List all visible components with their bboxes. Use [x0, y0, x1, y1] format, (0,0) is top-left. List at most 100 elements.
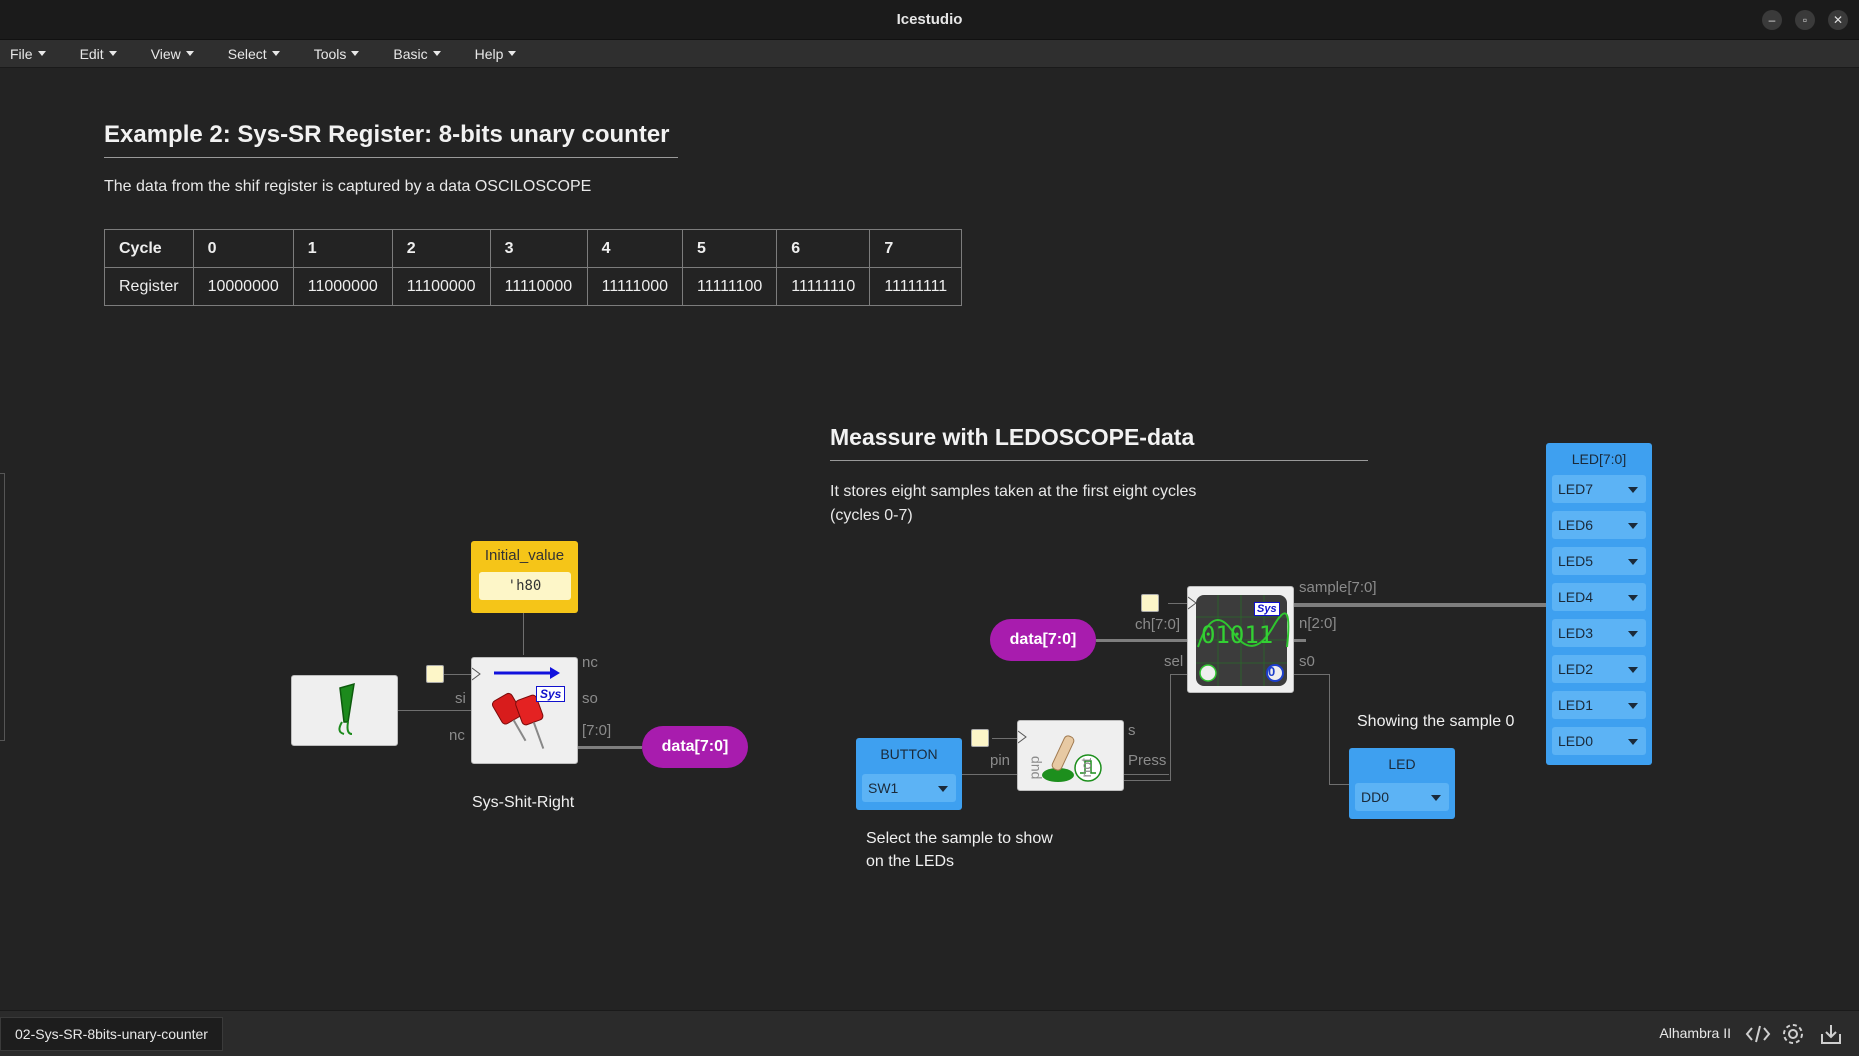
file-tab[interactable]: 02-Sys-SR-8bits-unary-counter	[0, 1017, 223, 1051]
port-n-label: n[2:0]	[1299, 615, 1337, 632]
chevron-down-icon	[271, 51, 280, 56]
close-button[interactable]: ✕	[1828, 10, 1848, 30]
leds-pin-select-6[interactable]: LED6	[1552, 511, 1646, 539]
menu-edit[interactable]: Edit	[70, 46, 127, 62]
wire	[1124, 774, 1169, 775]
led-pin-value: DD0	[1361, 789, 1390, 805]
clock-port-box	[1141, 594, 1159, 612]
table-header-cell: 0	[192, 229, 294, 268]
button-input-block[interactable]: BUTTON SW1	[856, 738, 962, 810]
leds-pin-value: LED1	[1558, 697, 1594, 713]
chevron-down-icon	[1628, 739, 1638, 745]
leds-pin-value: LED7	[1558, 481, 1594, 497]
leds-pin-select-3[interactable]: LED3	[1552, 619, 1646, 647]
leds-pin-value: LED2	[1558, 661, 1594, 677]
table-header-cell: 5	[682, 229, 778, 268]
download-icon[interactable]	[1818, 1021, 1844, 1047]
board-name[interactable]: Alhambra II	[1659, 1025, 1731, 1041]
table-cell: 11111110	[776, 267, 871, 306]
chevron-down-icon	[1628, 487, 1638, 493]
leds-output-block[interactable]: LED[7:0] LED7 LED6 LED5 LED4 LED3 LED2 L…	[1546, 443, 1652, 765]
measure-title-rule	[830, 460, 1368, 461]
button-caption-line2: on the LEDs	[866, 853, 955, 870]
menu-file-label: File	[10, 45, 33, 62]
wire	[1124, 780, 1170, 781]
design-canvas[interactable]: Example 2: Sys-SR Register: 8-bits unary…	[0, 68, 1859, 1010]
port-nc-in-label: nc	[449, 727, 465, 744]
menu-view[interactable]: View	[141, 46, 204, 62]
leds-pin-select-1[interactable]: LED1	[1552, 691, 1646, 719]
settings-icon[interactable]	[1780, 1021, 1806, 1047]
menu-basic[interactable]: Basic	[383, 46, 450, 62]
leds-pin-value: LED0	[1558, 733, 1594, 749]
leds-pin-select-7[interactable]: LED7	[1552, 475, 1646, 503]
clock-port-box	[971, 729, 989, 747]
table-cell: 11111000	[586, 267, 684, 306]
menu-file[interactable]: File	[0, 46, 56, 62]
table-cell: 11111100	[682, 267, 778, 306]
leds-pin-select-5[interactable]: LED5	[1552, 547, 1646, 575]
port-out-label: [7:0]	[582, 722, 612, 739]
bus-wire	[578, 746, 642, 749]
led-output-block[interactable]: LED DD0	[1349, 748, 1455, 819]
wire	[443, 674, 471, 675]
data-label-output[interactable]: data[7:0]	[642, 726, 748, 768]
table-header-cell: 6	[776, 229, 871, 268]
table-cell: 11110000	[489, 267, 588, 306]
chevron-down-icon	[108, 51, 117, 56]
port-sample-label: sample[7:0]	[1299, 579, 1377, 596]
doc-title: Example 2: Sys-SR Register: 8-bits unary…	[104, 121, 670, 148]
table-cell: 11000000	[292, 267, 393, 306]
chevron-down-icon	[508, 51, 517, 56]
measure-text-line1: It stores eight samples taken at the fir…	[830, 483, 1197, 500]
maximize-button[interactable]: ▫	[1795, 10, 1815, 30]
wire	[1329, 784, 1349, 785]
bus-wire	[1096, 639, 1187, 642]
sys-badge: Sys	[536, 686, 566, 702]
chevron-down-icon	[1431, 795, 1441, 801]
initial-value-field[interactable]: 'h80	[478, 572, 571, 600]
menu-select[interactable]: Select	[218, 46, 290, 62]
leds-pin-select-4[interactable]: LED4	[1552, 583, 1646, 611]
chevron-down-icon	[432, 51, 441, 56]
initial-value-title: Initial_value	[484, 547, 565, 564]
code-icon[interactable]	[1745, 1021, 1771, 1047]
minimize-button[interactable]: –	[1762, 10, 1782, 30]
led-block-title: LED	[1388, 756, 1416, 772]
bus-wire	[1294, 639, 1306, 642]
leds-pin-value: LED6	[1558, 517, 1594, 533]
digit-one-icon	[338, 682, 355, 735]
port-si-label: si	[455, 690, 466, 707]
table-header-cell: 7	[869, 229, 963, 268]
port-not-label: not	[1078, 758, 1094, 778]
menu-tools[interactable]: Tools	[304, 46, 370, 62]
chevron-down-icon	[1628, 667, 1638, 673]
leds-pin-value: LED4	[1558, 589, 1594, 605]
menu-tools-label: Tools	[313, 45, 347, 62]
leds-pin-select-0[interactable]: LED0	[1552, 727, 1646, 755]
menu-help-label: Help	[474, 45, 504, 62]
bus-wire	[1294, 603, 1546, 607]
wire	[1329, 674, 1330, 784]
leds-pin-select-2[interactable]: LED2	[1552, 655, 1646, 683]
table-cell: Register	[104, 267, 194, 306]
chevron-down-icon	[1628, 595, 1638, 601]
led-pin-select[interactable]: DD0	[1355, 783, 1449, 811]
ledoscope-block[interactable]: 01011 0 Sys	[1187, 586, 1294, 693]
menu-bar: File Edit View Select Tools Basic Help	[0, 40, 1859, 68]
button-pin-value: SW1	[868, 780, 899, 796]
leds-pin-value: LED3	[1558, 625, 1594, 641]
menu-help[interactable]: Help	[465, 46, 527, 62]
button-block-title: BUTTON	[880, 746, 938, 762]
scope-display: 01011	[1201, 621, 1274, 649]
wire	[1170, 674, 1187, 675]
shift-register-label: Sys-Shit-Right	[472, 794, 575, 811]
table-cell: 10000000	[192, 267, 294, 306]
data-label-input[interactable]: data[7:0]	[990, 619, 1096, 661]
initial-value-block[interactable]: Initial_value 'h80	[471, 541, 578, 613]
shift-register-block[interactable]: Sys	[471, 657, 578, 764]
constant-one-block[interactable]	[291, 675, 398, 746]
button-pin-select[interactable]: SW1	[862, 774, 956, 802]
table-header-cell: Cycle	[104, 229, 194, 268]
chevron-down-icon	[1628, 523, 1638, 529]
